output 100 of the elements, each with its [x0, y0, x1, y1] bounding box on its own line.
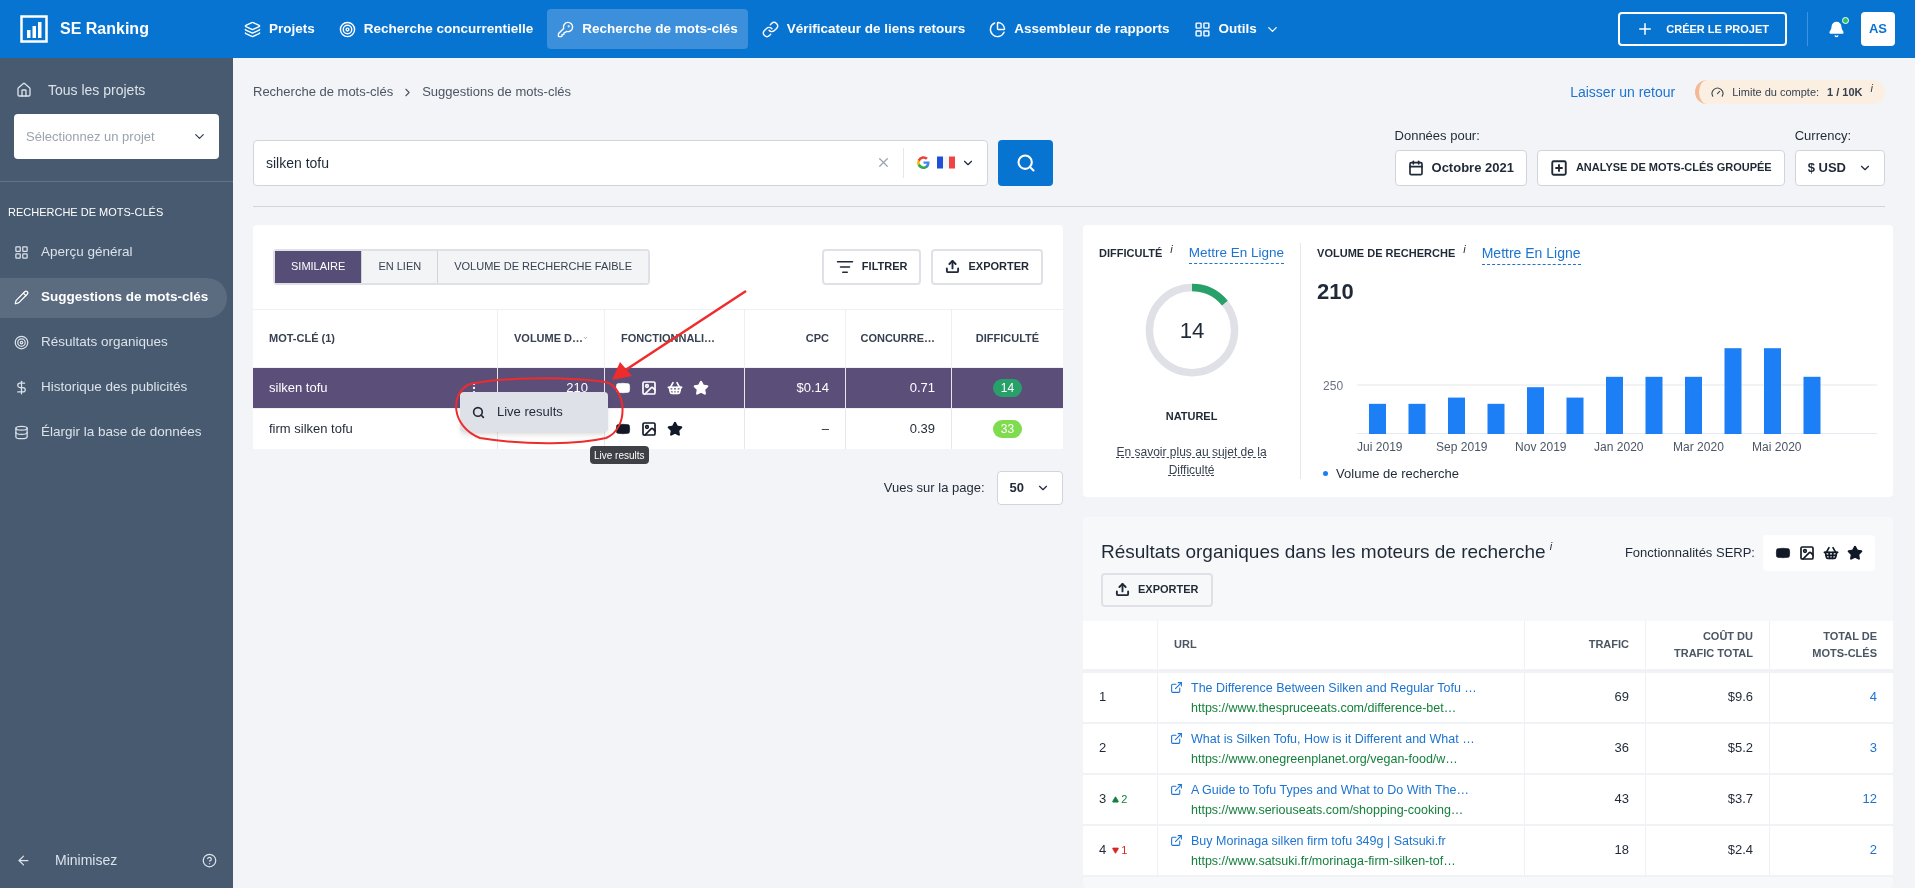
- google-icon: [916, 155, 931, 170]
- difficulty-title: DIFFICULTÉ: [1099, 245, 1163, 261]
- position-value: 2: [1099, 739, 1107, 758]
- breadcrumb-link[interactable]: Recherche de mots-clés: [253, 82, 394, 102]
- basket-icon: [1823, 544, 1839, 561]
- currency-select[interactable]: $ USD: [1794, 149, 1885, 186]
- cpc-value: $0.14: [796, 378, 829, 397]
- info-mark: i: [1170, 241, 1173, 257]
- result-title-link[interactable]: What is Silken Tofu, How is it Different and What …: [1191, 729, 1475, 749]
- external-link-icon[interactable]: [1170, 731, 1183, 745]
- external-link-icon[interactable]: [1170, 782, 1183, 796]
- key-icon: [557, 20, 575, 38]
- chart-bar: [1369, 403, 1387, 434]
- filter-button[interactable]: FILTRER: [821, 248, 922, 285]
- chart-bar: [1803, 376, 1821, 434]
- result-url: https://www.satsuki.fr/morinaga-firm-silken-tof…: [1191, 853, 1456, 871]
- position-value: 3: [1099, 790, 1107, 809]
- axis-tick-label: Mai 2020: [1752, 438, 1803, 456]
- traffic-cost-value: $2.4: [1727, 841, 1753, 860]
- keywords-count-link[interactable]: 2: [1869, 840, 1877, 860]
- chart-bar: [1408, 403, 1426, 434]
- axis-tick-label: Nov 2019: [1515, 438, 1568, 456]
- chart-bar: [1527, 386, 1545, 434]
- cpc-value: –: [821, 419, 829, 438]
- competition-value: 0.71: [909, 378, 935, 397]
- notifications-icon[interactable]: [1828, 20, 1845, 38]
- difficulty-online-link[interactable]: Mettre En Ligne: [1188, 242, 1285, 264]
- home-icon: [16, 82, 32, 98]
- position-change: 2: [1112, 790, 1128, 808]
- dollar-icon: [14, 380, 29, 395]
- user-avatar[interactable]: AS: [1861, 12, 1895, 46]
- nav-tab[interactable]: Assembleur de rapports: [979, 9, 1180, 49]
- keywords-count-link[interactable]: 3: [1869, 738, 1877, 758]
- external-link-icon[interactable]: [1170, 680, 1183, 694]
- nav-tab[interactable]: Projets: [234, 9, 325, 49]
- star-icon: [693, 379, 709, 396]
- help-icon[interactable]: [202, 852, 217, 868]
- traffic-cost-value: $9.6: [1727, 688, 1753, 707]
- search-icon: [472, 405, 485, 419]
- bulk-analysis-button[interactable]: ANALYSE DE MOTS-CLÉS GROUPÉE: [1536, 149, 1785, 186]
- clear-icon[interactable]: [876, 155, 891, 170]
- axis-tick-label: Jan 2020: [1594, 438, 1645, 456]
- external-link-icon[interactable]: [1170, 833, 1183, 847]
- info-mark: i: [1549, 539, 1553, 555]
- keyword-text[interactable]: silken tofu: [269, 377, 328, 398]
- difficulty-learn-more-link[interactable]: En savoir plus au sujet de la Difficulté: [1104, 442, 1280, 479]
- info-mark: i: [1870, 80, 1873, 96]
- search-bar[interactable]: silken tofu: [253, 139, 988, 186]
- pencil-icon: [14, 290, 29, 305]
- result-title-link[interactable]: The Difference Between Silken and Regular Tofu …: [1191, 678, 1477, 698]
- position-change: 1: [1112, 841, 1128, 859]
- keyword-tab[interactable]: SIMILAIRE: [275, 250, 362, 283]
- sidebar-item[interactable]: Élargir la base de données: [0, 412, 227, 453]
- difficulty-badge: 14: [992, 378, 1023, 397]
- feedback-link[interactable]: Laisser un retour: [1570, 81, 1676, 103]
- traffic-value: 43: [1614, 790, 1629, 809]
- link-icon: [761, 20, 779, 38]
- sidebar-item[interactable]: Historique des publicités: [0, 367, 227, 408]
- nav-tab[interactable]: Recherche concurrentielle: [328, 9, 544, 49]
- currency-label: Currency:: [1794, 127, 1853, 145]
- chart-bar: [1606, 376, 1624, 434]
- calendar-icon: [1407, 159, 1424, 176]
- nav-tab[interactable]: Vérificateur de liens retours: [751, 9, 976, 49]
- nav-tab[interactable]: Outils: [1183, 9, 1290, 49]
- position-value: 4: [1099, 841, 1107, 860]
- export-button[interactable]: EXPORTER: [1101, 572, 1213, 607]
- organic-title: Résultats organiques dans les moteurs de recherche: [1101, 540, 1546, 565]
- create-project-button[interactable]: CRÉER LE PROJET: [1618, 12, 1787, 46]
- keywords-count-link[interactable]: 4: [1869, 687, 1877, 707]
- traffic-cost-value: $3.7: [1727, 790, 1753, 809]
- date-picker[interactable]: Octobre 2021: [1394, 149, 1527, 186]
- breadcrumb-current: Suggestions de mots-clés: [422, 83, 572, 102]
- sidebar-item[interactable]: Suggestions de mots-clés: [0, 277, 227, 318]
- result-title-link[interactable]: Buy Morinaga silken firm tofu 349g | Satsuki.fr: [1191, 831, 1456, 851]
- per-page-select[interactable]: 50: [996, 470, 1063, 505]
- export-button[interactable]: EXPORTER: [931, 248, 1043, 285]
- star-icon: [1847, 544, 1863, 561]
- keywords-count-link[interactable]: 12: [1862, 789, 1877, 809]
- upload-icon: [1115, 582, 1130, 597]
- sidebar-item[interactable]: Résultats organiques: [0, 322, 227, 363]
- traffic-value: 36: [1614, 739, 1629, 758]
- traffic-cost-value: $5.2: [1727, 739, 1753, 758]
- chart-bar: [1448, 397, 1466, 434]
- chart-bar: [1685, 376, 1703, 434]
- sidebar-item[interactable]: Aperçu général: [0, 232, 227, 273]
- legend-label: Volume de recherche: [1336, 464, 1459, 483]
- nav-tab[interactable]: Recherche de mots-clés: [547, 9, 748, 49]
- search-field[interactable]: silken tofu: [254, 140, 864, 185]
- result-title-link[interactable]: A Guide to Tofu Types and What to Do With The…: [1191, 780, 1469, 800]
- keyword-tab[interactable]: EN LIEN: [361, 250, 438, 283]
- search-button[interactable]: [998, 139, 1053, 186]
- target-icon: [338, 20, 356, 38]
- keyword-text[interactable]: firm silken tofu: [269, 418, 353, 439]
- column-header: COÛT DU TRAFIC TOTAL: [1672, 629, 1753, 661]
- keyword-tab[interactable]: VOLUME DE RECHERCHE FAIBLE: [437, 250, 649, 283]
- all-projects-link[interactable]: Tous les projets: [48, 79, 146, 101]
- minimize-link[interactable]: Minimisez: [55, 849, 118, 871]
- image-icon: [641, 420, 657, 437]
- volume-online-link[interactable]: Mettre En Ligne: [1481, 242, 1581, 265]
- competition-value: 0.39: [909, 419, 935, 438]
